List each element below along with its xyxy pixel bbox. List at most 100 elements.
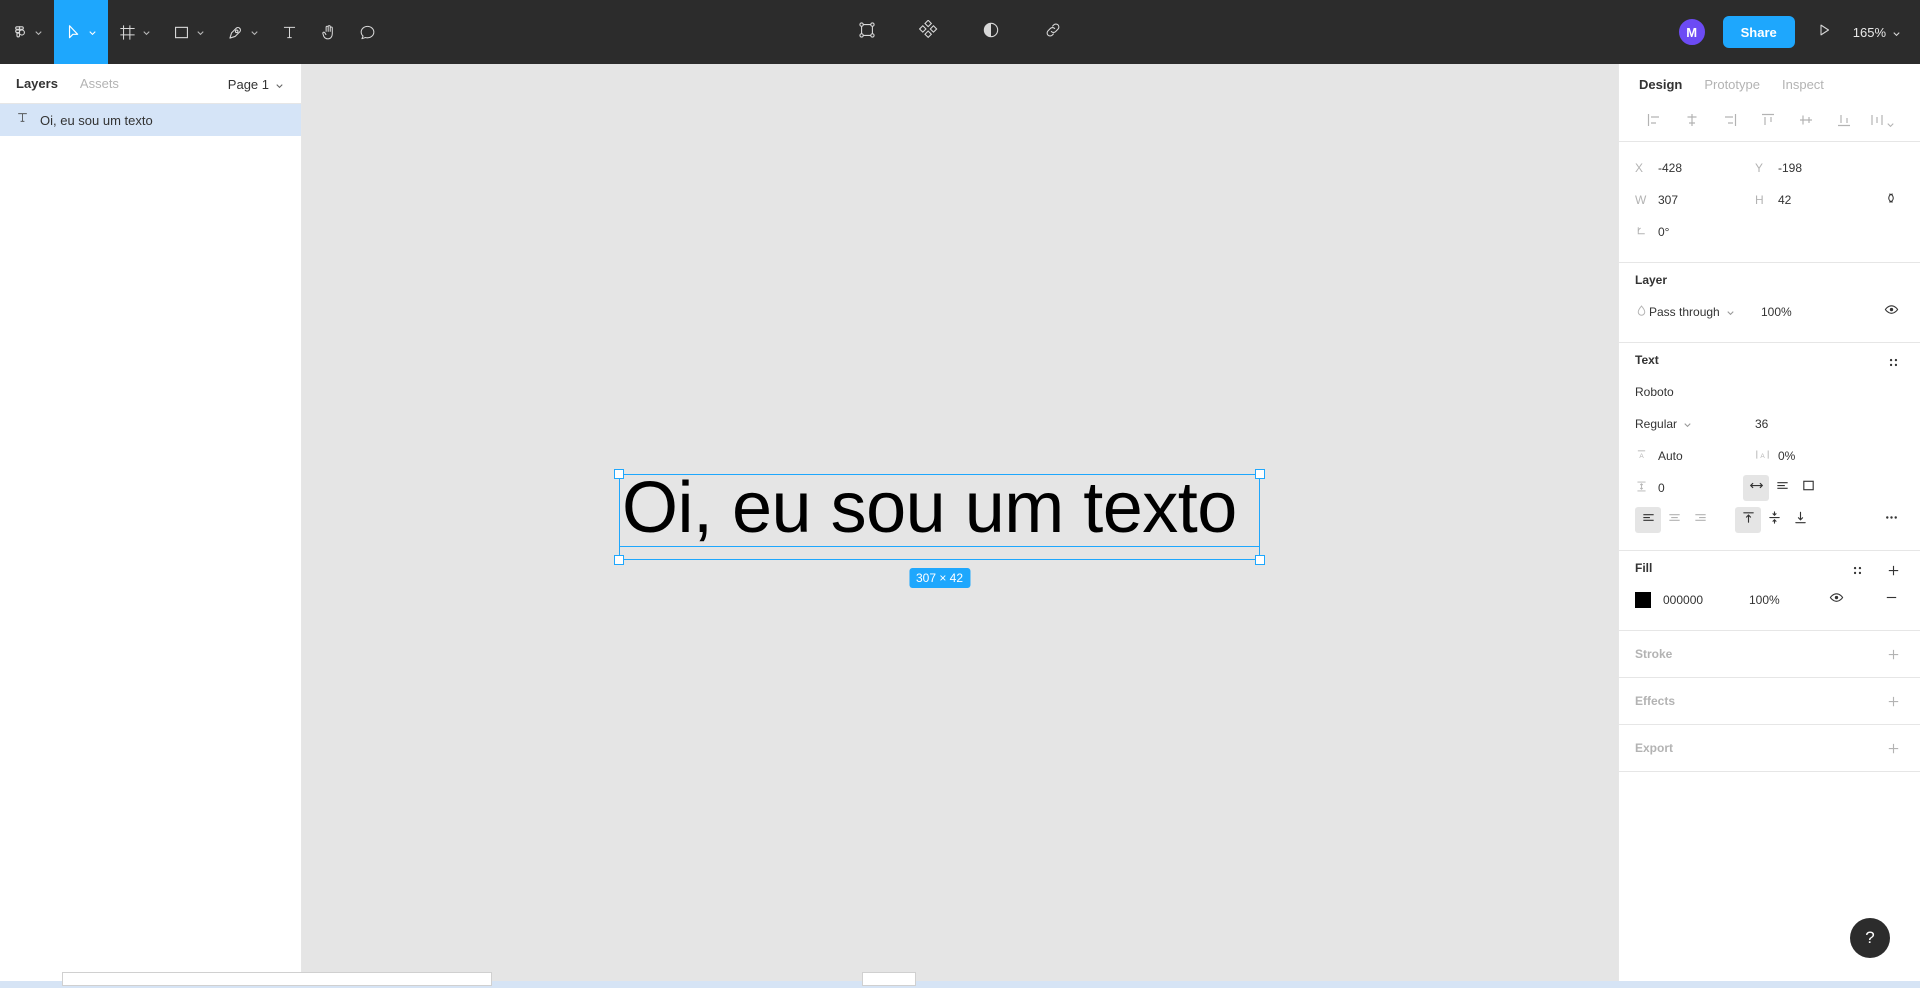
line-height-field[interactable]: A Auto <box>1635 448 1755 464</box>
add-effect-button[interactable] <box>1880 691 1906 717</box>
distribute-button[interactable] <box>1863 108 1901 138</box>
blend-row: Pass through 100% <box>1635 296 1904 328</box>
text-align-center-icon <box>1667 510 1682 530</box>
add-stroke-button[interactable] <box>1880 644 1906 670</box>
page-selector[interactable]: Page 1 <box>228 64 285 104</box>
zoom-control[interactable]: 165% <box>1853 25 1906 40</box>
pen-tool-button[interactable] <box>216 0 270 64</box>
font-size-value[interactable]: 36 <box>1755 417 1768 431</box>
help-button[interactable]: ? <box>1850 918 1890 958</box>
top-toolbar: M Share 165% <box>0 0 1920 64</box>
align-text-top-button[interactable] <box>1735 507 1761 533</box>
tab-layers[interactable]: Layers <box>16 76 58 91</box>
align-horizontal-center-button[interactable] <box>1673 108 1711 138</box>
link-button[interactable] <box>1032 11 1074 53</box>
constrain-proportions-button[interactable] <box>1878 187 1904 213</box>
layer-visibility-button[interactable] <box>1878 299 1904 325</box>
move-tool-button[interactable] <box>54 0 108 64</box>
text-align-right-button[interactable] <box>1687 507 1713 533</box>
plus-icon <box>1886 741 1901 761</box>
text-more-options-button[interactable] <box>1878 507 1904 533</box>
text-align-left-button[interactable] <box>1635 507 1661 533</box>
align-text-middle-button[interactable] <box>1761 507 1787 533</box>
letter-spacing-field[interactable]: A 0% <box>1755 448 1875 464</box>
effects-section: Effects <box>1619 678 1920 725</box>
plus-icon <box>1886 647 1901 667</box>
align-vertical-center-icon <box>1798 112 1814 133</box>
create-component-button[interactable] <box>846 11 888 53</box>
list-item[interactable]: Oi, eu sou um texto <box>0 104 301 136</box>
align-left-button[interactable] <box>1635 108 1673 138</box>
font-weight-value: Regular <box>1635 417 1678 431</box>
align-bottom-button[interactable] <box>1825 108 1863 138</box>
add-export-button[interactable] <box>1880 738 1906 764</box>
resize-handle-top-right[interactable] <box>1255 469 1265 479</box>
effects-section-title: Effects <box>1635 694 1676 708</box>
remove-fill-button[interactable] <box>1878 587 1904 613</box>
link-icon <box>1043 20 1063 45</box>
fill-visibility-button[interactable] <box>1823 587 1849 613</box>
left-panel: Layers Assets Page 1 Oi, eu sou um texto <box>0 64 302 988</box>
spacing-row-1: A Auto A 0% <box>1635 440 1904 472</box>
align-top-button[interactable] <box>1749 108 1787 138</box>
fixed-size-button[interactable] <box>1795 475 1821 501</box>
tab-assets[interactable]: Assets <box>80 76 119 91</box>
width-field[interactable]: W 307 <box>1635 193 1755 207</box>
paragraph-spacing-field[interactable]: 0 <box>1635 480 1743 496</box>
text-styles-button[interactable] <box>1880 352 1906 378</box>
minus-icon <box>1884 590 1899 610</box>
plugins-button[interactable] <box>908 11 950 53</box>
tab-design[interactable]: Design <box>1639 77 1682 92</box>
blend-mode-dropdown[interactable]: Pass through <box>1649 305 1761 319</box>
shape-tool-button[interactable] <box>162 0 216 64</box>
text-section-title: Text <box>1635 353 1659 367</box>
fill-hex-value[interactable]: 000000 <box>1663 593 1749 607</box>
align-right-button[interactable] <box>1711 108 1749 138</box>
rotation-field[interactable]: 0° <box>1635 224 1755 240</box>
layer-section-title: Layer <box>1635 273 1668 287</box>
chevron-down-icon <box>33 27 44 38</box>
tab-prototype[interactable]: Prototype <box>1704 77 1760 92</box>
chevron-down-icon <box>274 79 285 90</box>
add-fill-button[interactable] <box>1880 560 1906 586</box>
comment-tool-button[interactable] <box>348 0 387 64</box>
figma-menu-button[interactable] <box>0 0 54 64</box>
layer-opacity-value[interactable]: 100% <box>1761 305 1829 319</box>
selected-text-element[interactable]: Oi, eu sou um texto 307 × 42 <box>614 468 1265 588</box>
mask-button[interactable] <box>970 11 1012 53</box>
frame-tool-button[interactable] <box>108 0 162 64</box>
font-weight-dropdown[interactable]: Regular <box>1635 417 1755 431</box>
share-button[interactable]: Share <box>1722 16 1795 48</box>
align-vertical-center-button[interactable] <box>1787 108 1825 138</box>
resize-handle-bottom-left[interactable] <box>614 555 624 565</box>
letter-spacing-icon: A <box>1755 448 1769 464</box>
layer-name: Oi, eu sou um texto <box>40 112 153 128</box>
height-field[interactable]: H 42 <box>1755 193 1875 207</box>
export-section-title: Export <box>1635 741 1674 755</box>
x-field[interactable]: X -428 <box>1635 161 1755 175</box>
text-align-center-button[interactable] <box>1661 507 1687 533</box>
canvas[interactable]: Oi, eu sou um texto 307 × 42 <box>302 64 1618 988</box>
y-field[interactable]: Y -198 <box>1755 161 1875 175</box>
align-text-top-icon <box>1741 510 1756 530</box>
chevron-down-icon <box>249 27 260 38</box>
text-tool-button[interactable] <box>270 0 309 64</box>
resize-handle-top-left[interactable] <box>614 469 624 479</box>
present-button[interactable] <box>1811 19 1837 45</box>
resize-handle-bottom-right[interactable] <box>1255 555 1265 565</box>
x-label: X <box>1635 161 1644 175</box>
hand-tool-button[interactable] <box>309 0 348 64</box>
auto-width-button[interactable] <box>1743 475 1769 501</box>
avatar[interactable]: M <box>1676 17 1707 47</box>
fill-styles-button[interactable] <box>1844 560 1870 586</box>
font-family-row[interactable]: Roboto <box>1635 376 1904 408</box>
toolbar-center-tools <box>846 11 1074 53</box>
chevron-down-icon <box>87 27 98 38</box>
align-text-bottom-button[interactable] <box>1787 507 1813 533</box>
auto-height-button[interactable] <box>1769 475 1795 501</box>
bottom-scroll-strip[interactable] <box>0 972 1920 988</box>
tab-inspect[interactable]: Inspect <box>1782 77 1824 92</box>
fill-opacity-value[interactable]: 100% <box>1749 593 1823 607</box>
fill-color-swatch[interactable] <box>1635 592 1651 608</box>
layer-section: Layer Pass through 100% <box>1619 263 1920 343</box>
